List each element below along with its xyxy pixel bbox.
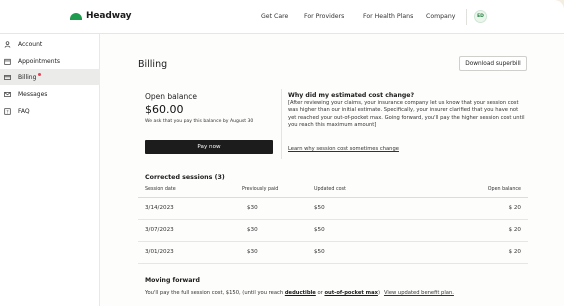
question-icon: ?: [4, 107, 11, 115]
deductible-link[interactable]: deductible: [285, 290, 316, 296]
open-balance: $ 20: [508, 249, 521, 255]
notification-dot: [38, 73, 42, 76]
sidebar-item-label: Appointments: [18, 57, 61, 65]
section-divider: [281, 89, 282, 159]
moving-forward-text-before: You'll pay the full session cost, $150, …: [145, 290, 285, 296]
app-frame: Headway Get Care For Providers For Healt…: [0, 0, 564, 306]
nav-for-providers[interactable]: For Providers: [304, 13, 344, 20]
mail-icon: [4, 91, 11, 98]
session-date: 3/01/2023: [145, 249, 174, 255]
calendar-icon: [4, 58, 11, 65]
nav-company[interactable]: Company: [426, 13, 455, 20]
updated-cost: $50: [314, 227, 325, 233]
header-divider: [466, 9, 467, 25]
table-row: 3/01/2023 $30 $50 $ 20: [138, 242, 528, 264]
sidebar-item-messages[interactable]: Messages: [0, 86, 100, 102]
sidebar-item-label: Billing: [18, 73, 37, 81]
table-row: 3/07/2023 $30 $50 $ 20: [138, 220, 528, 242]
open-balance-amount: $60.00: [145, 103, 184, 116]
sidebar-item-account[interactable]: Account: [0, 36, 100, 52]
sidebar-item-appointments[interactable]: Appointments: [0, 53, 100, 69]
column-header: Open balance: [487, 187, 521, 192]
logo-icon: [70, 12, 82, 20]
person-icon: [4, 40, 11, 48]
previously-paid: $30: [247, 205, 258, 211]
view-benefit-plan-link[interactable]: View updated benefit plan.: [384, 290, 454, 296]
brand-name: Headway: [86, 11, 132, 21]
sidebar-item-label: Account: [18, 40, 43, 48]
open-balance-label: Open balance: [145, 92, 197, 101]
open-balance-note: We ask that you pay this balance by Augu…: [145, 119, 254, 124]
why-cost-changed-title: Why did my estimated cost change?: [288, 92, 415, 99]
session-date: 3/14/2023: [145, 205, 174, 211]
nav-for-health-plans[interactable]: For Health Plans: [363, 13, 413, 20]
sidebar-item-label: FAQ: [18, 107, 30, 115]
moving-forward-text: You'll pay the full session cost, $150, …: [145, 290, 454, 296]
moving-forward-text-after: ): [377, 290, 380, 296]
previously-paid: $30: [247, 249, 258, 255]
open-balance: $ 20: [508, 227, 521, 233]
column-header: Updated cost: [314, 187, 346, 192]
sidebar: Account Appointments Billing Messages ?: [0, 34, 100, 306]
column-header: Previously paid: [242, 187, 279, 192]
sidebar-item-label: Messages: [18, 90, 48, 98]
column-header: Session date: [145, 187, 176, 192]
nav-get-care[interactable]: Get Care: [261, 13, 288, 20]
brand-logo[interactable]: Headway: [70, 11, 132, 21]
learn-why-link[interactable]: Learn why session cost sometimes change: [288, 146, 399, 152]
open-balance: $ 20: [508, 205, 521, 211]
download-superbill-button[interactable]: Download superbill: [459, 56, 527, 71]
updated-cost: $50: [314, 205, 325, 211]
card-icon: [4, 74, 11, 81]
moving-forward-title: Moving forward: [145, 277, 200, 284]
top-header: Headway Get Care For Providers For Healt…: [0, 0, 564, 34]
corrected-sessions-title: Corrected sessions (3): [145, 174, 225, 181]
session-date: 3/07/2023: [145, 227, 174, 233]
page-title: Billing: [138, 59, 168, 70]
main-content: Billing Download superbill Open balance …: [101, 34, 564, 306]
pay-now-button[interactable]: Pay now: [145, 140, 273, 154]
updated-cost: $50: [314, 249, 325, 255]
sidebar-item-faq[interactable]: ? FAQ: [0, 103, 100, 119]
out-of-pocket-max-link[interactable]: out-of-pocket max: [324, 290, 378, 296]
why-cost-changed-body: [After reviewing your claims, your insur…: [288, 100, 525, 129]
svg-text:?: ?: [6, 109, 8, 114]
table-row: 3/14/2023 $30 $50 $ 20: [138, 198, 528, 220]
previously-paid: $30: [247, 227, 258, 233]
sidebar-item-billing[interactable]: Billing: [0, 69, 100, 85]
avatar[interactable]: ED: [474, 10, 487, 23]
